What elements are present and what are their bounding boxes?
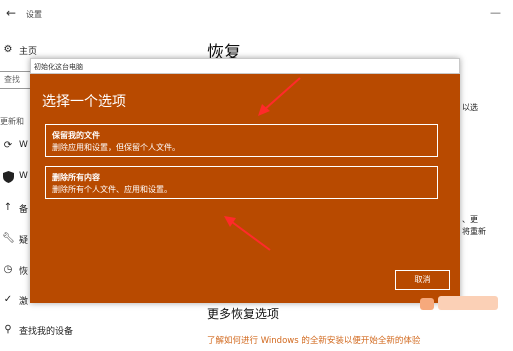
arrow-up-icon (258, 77, 301, 116)
arrow-down-icon (224, 216, 271, 251)
watermark-logo (420, 298, 434, 310)
watermark-logo (438, 296, 498, 310)
annotation-arrows (224, 77, 301, 251)
